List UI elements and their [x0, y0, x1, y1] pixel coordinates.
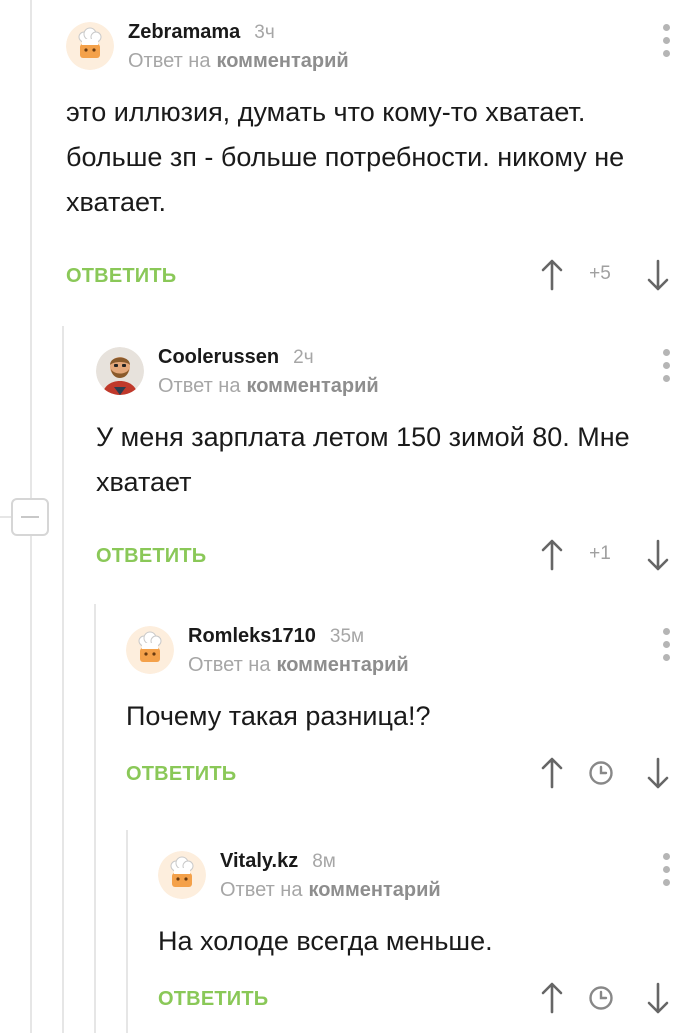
thread-line-level-1 [62, 326, 64, 1033]
comment-footer: ОТВЕТИТЬ +1 [96, 533, 670, 581]
parent-comment-link[interactable]: комментарий [308, 879, 440, 901]
default-chef-avatar-icon [66, 22, 114, 70]
comment-header: Romleks1710 35м Ответ на комментарий [126, 624, 670, 684]
comment-header: Zebramama 3ч Ответ на комментарий [66, 20, 670, 80]
reply-to-label: Ответ на [220, 879, 303, 901]
comment-header: Coolerussen 2ч Ответ на комментарий [96, 345, 670, 405]
vote-up-arrow-icon[interactable] [540, 755, 564, 791]
comment-zebramama: Zebramama 3ч Ответ на комментарий это иллю… [66, 20, 670, 301]
vote-down-arrow-icon[interactable] [646, 980, 670, 1016]
vote-down-arrow-icon[interactable] [646, 537, 670, 573]
avatar[interactable] [126, 626, 174, 674]
reply-button[interactable]: ОТВЕТИТЬ [158, 988, 268, 1011]
parent-comment-link[interactable]: комментарий [276, 654, 408, 676]
comment-time: 2ч [293, 347, 314, 368]
vote-down-arrow-icon[interactable] [646, 257, 670, 293]
vote-down-arrow-icon[interactable] [646, 755, 670, 791]
vote-up-arrow-icon[interactable] [540, 257, 564, 293]
reply-to-label: Ответ на [188, 654, 271, 676]
comment-time: 8м [312, 851, 336, 872]
collapse-thread-button[interactable] [11, 498, 49, 536]
username[interactable]: Zebramama 3ч [128, 21, 275, 44]
avatar[interactable] [158, 851, 206, 899]
default-chef-avatar-icon [126, 626, 174, 674]
reply-to-info: Ответ на комментарий [128, 50, 349, 73]
username[interactable]: Vitaly.kz 8м [220, 850, 336, 873]
comment-footer: ОТВЕТИТЬ [158, 976, 670, 1024]
comment-vitaly-kz: Vitaly.kz 8м Ответ на комментарий На холод… [158, 849, 670, 1024]
bearded-man-avatar-icon [96, 347, 144, 395]
reply-to-info: Ответ на комментарий [188, 654, 409, 677]
thread-line-level-3 [126, 830, 128, 1033]
comment-time: 35м [329, 626, 365, 647]
rating-score: +1 [589, 543, 611, 564]
more-options-button[interactable] [658, 349, 674, 383]
comment-time: 3ч [254, 22, 275, 43]
clock-icon [589, 986, 613, 1010]
username[interactable]: Romleks1710 35м [188, 625, 364, 648]
comment-footer: ОТВЕТИТЬ +5 [66, 253, 670, 301]
comment-text: Почему такая разница!? [126, 701, 431, 731]
collapse-connector [0, 516, 11, 518]
comment-romleks1710: Romleks1710 35м Ответ на комментарий Почем… [126, 624, 670, 799]
avatar[interactable] [96, 347, 144, 395]
reply-to-label: Ответ на [128, 50, 211, 72]
reply-to-label: Ответ на [158, 375, 241, 397]
reply-button[interactable]: ОТВЕТИТЬ [66, 265, 176, 288]
more-options-button[interactable] [658, 628, 674, 662]
comment-coolerussen: Coolerussen 2ч Ответ на комментарий У меня… [96, 345, 670, 581]
avatar[interactable] [66, 22, 114, 70]
comment-header: Vitaly.kz 8м Ответ на комментарий [158, 849, 670, 909]
reply-to-info: Ответ на комментарий [220, 879, 441, 902]
comment-text: На холоде всегда меньше. [158, 926, 493, 956]
comment-text: У меня зарплата летом 150 зимой 80. Мне … [96, 422, 630, 497]
parent-comment-link[interactable]: комментарий [246, 375, 378, 397]
comment-text: это иллюзия, думать что кому-то хватает.… [66, 97, 625, 217]
reply-button[interactable]: ОТВЕТИТЬ [126, 763, 236, 786]
comment-footer: ОТВЕТИТЬ [126, 751, 670, 799]
more-options-button[interactable] [658, 853, 674, 887]
rating-score: +5 [589, 263, 611, 284]
clock-icon [589, 761, 613, 785]
vote-up-arrow-icon[interactable] [540, 980, 564, 1016]
reply-to-info: Ответ на комментарий [158, 375, 379, 398]
parent-comment-link[interactable]: комментарий [216, 50, 348, 72]
default-chef-avatar-icon [158, 851, 206, 899]
thread-line-level-2 [94, 604, 96, 1033]
reply-button[interactable]: ОТВЕТИТЬ [96, 545, 206, 568]
vote-up-arrow-icon[interactable] [540, 537, 564, 573]
more-options-button[interactable] [658, 24, 674, 58]
username[interactable]: Coolerussen 2ч [158, 346, 314, 369]
